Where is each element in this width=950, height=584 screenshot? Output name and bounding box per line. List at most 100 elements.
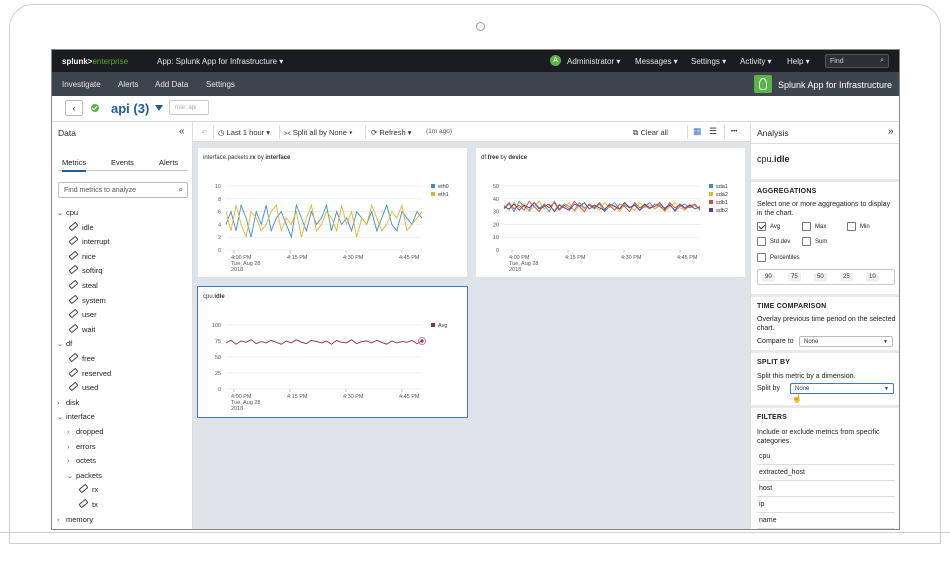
undo-icon[interactable]: ↶ (201, 128, 207, 137)
chevron-down-icon: ⌄ (57, 341, 63, 349)
data-point (420, 339, 424, 343)
tree-folder[interactable]: › dropped (67, 427, 104, 440)
tree-folder[interactable]: › errors (67, 442, 96, 455)
legend-swatch (431, 184, 435, 188)
tree-metric[interactable]: nice (68, 250, 96, 265)
filter-item[interactable]: name (757, 513, 895, 529)
filter-item[interactable]: cpu (757, 449, 895, 465)
tree-metric[interactable]: free (68, 352, 95, 367)
chart-panel-rx[interactable]: interface.packets.rx by interface 024681… (197, 147, 468, 278)
tree-folder[interactable]: ⌄ packets (67, 471, 102, 484)
user-menu[interactable]: Administrator ▾ (567, 57, 620, 66)
tree-metric[interactable]: interrupt (68, 235, 110, 250)
analysis-sidebar: Analysis » cpu.idle AGGREGATIONS Select … (750, 122, 899, 529)
percentile-chip: 50 (814, 273, 827, 281)
tree-folder[interactable]: › disk (57, 398, 79, 411)
nav-alerts[interactable]: Alerts (118, 80, 138, 89)
tab-events[interactable]: Events (111, 158, 134, 167)
tree-folder[interactable]: ⌄ interface (57, 412, 95, 425)
filter-item[interactable]: host (757, 481, 895, 497)
aggregations-section: AGGREGATIONS Select one or more aggregat… (751, 179, 899, 294)
tree-metric[interactable]: used (68, 381, 98, 396)
tree-metric[interactable]: wait (68, 323, 96, 338)
split-by-select[interactable]: None ▼ (790, 383, 894, 394)
agg-percentiles-checkbox[interactable]: Percentiles (757, 253, 800, 262)
refresh-button[interactable]: ⟳ Refresh ▾ (371, 128, 412, 137)
x-tick-label: 4:45 PM (399, 394, 420, 400)
tab-metrics[interactable]: Metrics (62, 158, 87, 172)
metric-tag-icon (68, 352, 79, 363)
agg-avg-checkbox[interactable]: Avg (757, 222, 780, 231)
compare-to-select[interactable]: None ▼ (799, 336, 893, 347)
tree-label: wait (82, 324, 96, 334)
legend-label: sda2 (716, 192, 728, 198)
more-options-icon[interactable]: ••• (731, 129, 737, 135)
y-tick-label: 40 (493, 197, 499, 203)
filters-desc: Include or exclude metrics from specific… (757, 429, 880, 445)
chevron-right-icon: › (67, 443, 70, 451)
tree-metric[interactable]: reserved (68, 367, 111, 382)
settings-menu[interactable]: Settings ▾ (691, 57, 726, 66)
list-view-icon[interactable]: ☰ (709, 126, 717, 137)
collapse-right-icon[interactable]: » (888, 126, 894, 137)
filter-item[interactable]: extracted_host (757, 465, 895, 481)
tree-metric[interactable]: user (68, 308, 97, 323)
tree-metric[interactable]: steal (68, 279, 98, 294)
agg-sum-checkbox[interactable]: Sum (802, 237, 827, 246)
tree-metric[interactable]: tx (78, 498, 98, 513)
back-button[interactable]: ‹ (65, 100, 83, 116)
nav-settings[interactable]: Settings (206, 80, 235, 89)
chart-panel-df-free[interactable]: df.free by device 0 10 20 30 40 50 4:00 PM 4:15… (475, 147, 746, 278)
tree-label: rx (92, 485, 99, 495)
help-menu[interactable]: Help ▾ (787, 57, 810, 66)
laptop-base (0, 532, 950, 533)
tree-folder[interactable]: › octets (67, 456, 96, 469)
entity-header: ‹ api (3) role: api (52, 96, 899, 122)
tree-label: memory (66, 514, 94, 524)
title-dropdown-icon[interactable] (155, 105, 163, 111)
split-by-desc: Split this metric by a dimension. (757, 373, 856, 380)
agg-min-checkbox[interactable]: Min (847, 222, 870, 231)
tree-folder[interactable]: › memory (57, 515, 93, 528)
tree-metric[interactable]: softirq (68, 265, 102, 279)
splunk-logo[interactable]: splunk>enterprise (62, 57, 128, 66)
nav-add-data[interactable]: Add Data (155, 80, 188, 89)
percentiles-input[interactable]: 90 75 50 25 10 (757, 269, 895, 285)
sidebar-tabs: Metrics Events Alerts (58, 155, 188, 172)
split-by-section: SPLIT BY Split this metric by a dimensio… (751, 350, 899, 405)
split-all-menu[interactable]: ⪥ Split all by None ▾ (284, 128, 353, 138)
nav-investigate[interactable]: Investigate (62, 80, 101, 89)
y-tick-label: 6 (218, 210, 221, 216)
collapse-left-icon[interactable]: « (179, 126, 185, 137)
x-tick-label: 4:15 PM (565, 255, 586, 261)
messages-menu[interactable]: Messages ▾ (635, 57, 678, 66)
tree-metric[interactable]: idle (68, 221, 94, 236)
role-filter[interactable]: role: api (169, 100, 209, 115)
x-tick-label: 4:45 PM (399, 255, 420, 261)
y-tick-label: 30 (493, 210, 499, 216)
x-tick-label: 4:15 PM (287, 255, 308, 261)
time-range-picker[interactable]: ◷ Last 1 hour ▾ (218, 128, 270, 137)
selected-metric: cpu.idle (751, 143, 899, 179)
agg-max-checkbox[interactable]: Max (802, 222, 826, 231)
tree-label: octets (76, 456, 97, 466)
tree-folder[interactable]: ⌄ cpu (57, 208, 78, 221)
time-comparison-heading: TIME COMPARISON (757, 303, 827, 310)
app-menu[interactable]: App: Splunk App for Infrastructure ▾ (157, 57, 283, 66)
chart-panel-cpu-idle[interactable]: cpu.idle 0 25 50 75 100 4:00 PM 4:15 PM 4:30 PM… (197, 286, 468, 418)
time-comparison-section: TIME COMPARISON Overlay previous time pe… (751, 294, 899, 350)
y-tick-label: 0 (218, 248, 221, 254)
grid-view-icon[interactable]: ▦ (693, 126, 702, 137)
tree-metric[interactable]: system (68, 294, 106, 309)
tree-metric[interactable]: rx (78, 484, 99, 498)
activity-menu[interactable]: Activity ▾ (740, 57, 772, 66)
metrics-search-input[interactable]: Find metrics to analyze ⌕ (58, 182, 188, 198)
filter-item[interactable]: ip (757, 497, 895, 513)
y-tick-label: 100 (212, 323, 221, 329)
tree-folder[interactable]: ⌄ df (57, 339, 72, 352)
tab-alerts[interactable]: Alerts (159, 158, 178, 167)
agg-stddev-checkbox[interactable]: Std dev (757, 237, 790, 246)
clear-all-button[interactable]: ⧉ Clear all (633, 128, 668, 138)
find-input[interactable]: Find ⌕ (825, 54, 889, 68)
legend-swatch (709, 192, 713, 196)
